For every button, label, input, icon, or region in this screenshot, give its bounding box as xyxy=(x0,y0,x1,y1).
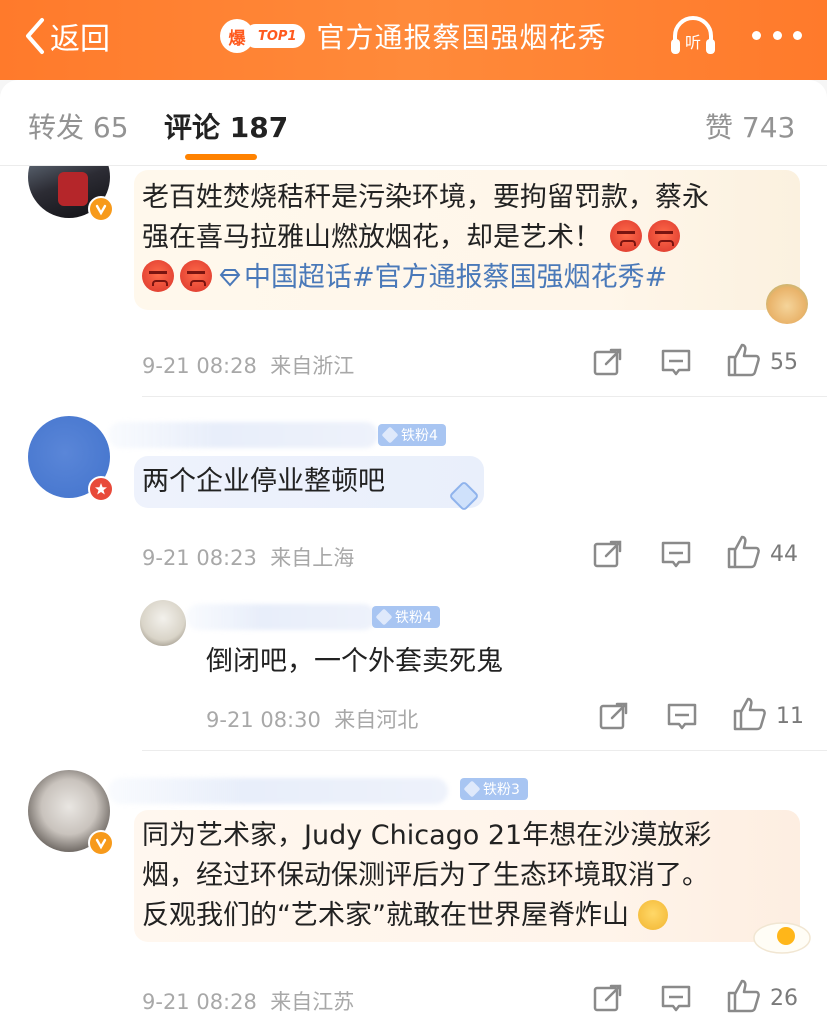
comment-text: 老百姓焚烧秸秆是污染环境，要拘留罚款，蔡永 强在喜马拉雅山燃放烟花，却是艺术！ … xyxy=(142,178,792,298)
comment-meta: 9-21 08:30 来自河北 xyxy=(206,704,418,734)
topic-text: 中国超话#官方通报蔡国强烟花秀# xyxy=(244,262,668,293)
like-count: 26 xyxy=(770,986,798,1011)
listen-label: 听 xyxy=(685,33,701,52)
comment-text: 两个企业停业整顿吧 xyxy=(142,466,385,497)
fan-badge: 铁粉4 xyxy=(378,424,446,446)
comment-icon[interactable] xyxy=(660,982,692,1014)
page-title: 官方通报蔡国强烟花秀 xyxy=(316,21,607,54)
angry-emoji-icon xyxy=(180,260,212,292)
comment-location: 来自上海 xyxy=(270,546,355,570)
verified-badge-icon xyxy=(88,196,114,222)
more-dot xyxy=(793,30,802,40)
chevron-left-icon xyxy=(26,18,44,54)
share-icon[interactable] xyxy=(598,700,630,732)
fan-badge-label: 铁粉3 xyxy=(483,782,520,798)
tab-bar: 转发 65 评论 187 赞 743 xyxy=(0,80,827,166)
thumbs-up-icon[interactable] xyxy=(726,978,762,1014)
comment-location: 来自江苏 xyxy=(270,990,355,1014)
thumbs-up-icon[interactable] xyxy=(732,696,768,732)
member-badge-icon xyxy=(88,476,114,502)
comment-location: 来自河北 xyxy=(334,708,419,732)
fan-badge-label: 铁粉4 xyxy=(401,428,438,444)
comment-line: 反观我们的“艺术家”就敢在世界屋脊炸山 xyxy=(142,896,802,936)
headphones-icon: 听 xyxy=(671,16,715,54)
thumbs-up-icon[interactable] xyxy=(726,534,762,570)
tab-comments[interactable]: 评论 187 xyxy=(164,106,288,146)
like-count: 11 xyxy=(776,704,804,729)
diamond-icon xyxy=(375,608,393,626)
comment-time: 9-21 08:30 xyxy=(206,708,321,732)
comment-line-text: 反观我们的“艺术家”就敢在世界屋脊炸山 xyxy=(142,900,629,931)
comment-line: 老百姓焚烧秸秆是污染环境，要拘留罚款，蔡永 xyxy=(142,182,709,213)
username-hidden[interactable] xyxy=(108,778,448,804)
comment-time: 9-21 08:28 xyxy=(142,990,257,1014)
active-tab-indicator xyxy=(185,154,257,160)
more-dot xyxy=(752,30,761,40)
divider xyxy=(142,396,827,397)
comment-icon[interactable] xyxy=(666,700,698,732)
comment-time: 9-21 08:23 xyxy=(142,546,257,570)
more-dot xyxy=(772,30,782,40)
comment-line-text: 强在喜马拉雅山燃放烟花，却是艺术！ xyxy=(142,222,601,253)
tab-repost[interactable]: 转发 65 xyxy=(28,106,129,146)
divider xyxy=(142,750,827,751)
shrug-emoji-icon xyxy=(637,900,668,930)
comment-icon[interactable] xyxy=(660,346,692,378)
comment-text: 倒闭吧，一个外套卖死鬼 xyxy=(206,646,503,677)
fan-badge-label: 铁粉4 xyxy=(395,610,432,626)
share-icon[interactable] xyxy=(592,346,624,378)
verified-badge-icon xyxy=(88,830,114,856)
angry-emoji-icon xyxy=(647,220,680,252)
avatar-figure xyxy=(58,172,88,206)
diamond-icon xyxy=(381,426,399,444)
fan-badge: 铁粉4 xyxy=(372,606,440,628)
more-button[interactable] xyxy=(752,22,802,48)
avatar[interactable] xyxy=(140,600,186,646)
diamond-sticker-icon xyxy=(450,482,478,510)
share-icon[interactable] xyxy=(592,538,624,570)
comment-meta: 9-21 08:28 来自浙江 xyxy=(142,350,354,380)
decoration-sticker-icon xyxy=(766,284,808,324)
thumbs-up-icon[interactable] xyxy=(726,342,762,378)
top-bar: 返回 爆 TOP1 官方通报蔡国强烟花秀 听 xyxy=(0,0,827,80)
back-label: 返回 xyxy=(50,22,110,57)
listen-button[interactable]: 听 xyxy=(668,12,718,60)
comment-line: 中国超话#官方通报蔡国强烟花秀# xyxy=(142,258,792,298)
comment-meta: 9-21 08:28 来自江苏 xyxy=(142,986,354,1016)
back-button[interactable]: 返回 xyxy=(22,14,110,58)
comment-line: 烟，经过环保动保测评后为了生态环境取消了。 xyxy=(142,860,709,891)
comment-text: 同为艺术家，Judy Chicago 21年想在沙漠放彩 烟，经过环保动保测评后… xyxy=(142,816,802,936)
comment-time: 9-21 08:28 xyxy=(142,354,257,378)
fried-egg-icon xyxy=(753,922,811,954)
comment-line: 同为艺术家，Judy Chicago 21年想在沙漠放彩 xyxy=(142,820,712,851)
username-hidden[interactable] xyxy=(108,422,378,448)
topic-link[interactable]: 中国超话#官方通报蔡国强烟花秀# xyxy=(218,262,667,293)
comment-list[interactable]: 老百姓焚烧秸秆是污染环境，要拘留罚款，蔡永 强在喜马拉雅山燃放烟花，却是艺术！ … xyxy=(0,166,827,1018)
tab-likes[interactable]: 赞 743 xyxy=(705,106,795,146)
diamond-icon xyxy=(219,269,241,287)
username-hidden[interactable] xyxy=(186,604,376,630)
comment-line: 强在喜马拉雅山燃放烟花，却是艺术！ xyxy=(142,218,792,258)
like-count: 44 xyxy=(770,542,798,567)
like-count: 55 xyxy=(770,350,798,375)
angry-emoji-icon xyxy=(142,260,174,292)
comment-icon[interactable] xyxy=(660,538,692,570)
topic-title: 爆 TOP1 官方通报蔡国强烟花秀 xyxy=(220,14,607,58)
share-icon[interactable] xyxy=(592,982,624,1014)
diamond-icon xyxy=(463,780,481,798)
comment-location: 来自浙江 xyxy=(270,354,355,378)
fan-badge: 铁粉3 xyxy=(460,778,528,800)
angry-emoji-icon xyxy=(609,220,642,252)
comment-meta: 9-21 08:23 来自上海 xyxy=(142,542,354,572)
hot-badge: 爆 xyxy=(220,19,254,53)
